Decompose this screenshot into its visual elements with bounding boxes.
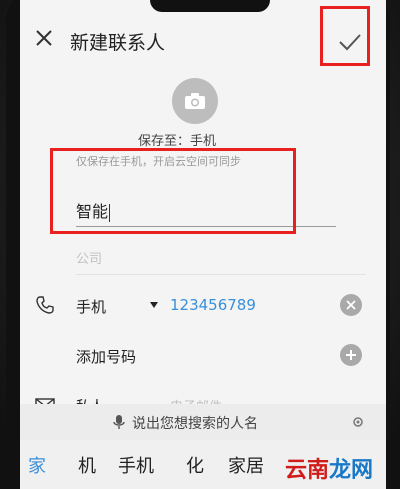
watermark-part1: 云南 [285, 458, 330, 483]
voice-hint: 说出您想搜索的人名 [132, 416, 258, 432]
avatar-photo-button[interactable] [172, 78, 218, 124]
photo-frame: 新建联系人 保存至：手机 仅保存在手机，开启云空间可同步 智能 公司 手机 12… [0, 0, 400, 489]
camera-notch [150, 0, 270, 12]
add-number-button[interactable] [340, 344, 362, 366]
dropdown-arrow-icon[interactable] [148, 299, 160, 311]
phone-icon [34, 294, 56, 316]
voice-input-bar[interactable]: 说出您想搜索的人名 [20, 404, 386, 440]
camera-icon [185, 93, 205, 109]
add-number-row[interactable]: 添加号码 [20, 336, 386, 376]
phone-number-input[interactable]: 123456789 [170, 296, 256, 314]
close-icon [36, 30, 52, 46]
candidate-item[interactable]: 化 [186, 452, 204, 478]
close-button[interactable] [30, 24, 58, 52]
candidate-item[interactable]: 家居 [228, 452, 264, 478]
clear-button[interactable] [340, 294, 362, 316]
microphone-icon[interactable] [112, 414, 126, 430]
plus-icon [346, 350, 356, 360]
company-placeholder: 公司 [76, 252, 103, 267]
watermark-logo: 云南龙网 [285, 452, 373, 484]
candidate-item[interactable]: 手机 [118, 452, 154, 478]
phone-screen: 新建联系人 保存至：手机 仅保存在手机，开启云空间可同步 智能 公司 手机 12… [20, 0, 386, 489]
candidate-item[interactable]: 机 [78, 452, 96, 478]
close-icon [346, 300, 356, 310]
settings-gear-icon[interactable] [352, 416, 364, 428]
watermark-part2: 龙网 [329, 458, 374, 483]
phone-number-row: 手机 123456789 [20, 286, 386, 326]
add-number-label: 添加号码 [76, 348, 137, 366]
save-location[interactable]: 保存至：手机 [138, 130, 216, 149]
candidate-item[interactable]: 家 [28, 452, 46, 478]
page-title: 新建联系人 [70, 32, 166, 54]
highlight-box-name [50, 148, 296, 234]
company-input[interactable]: 公司 [76, 248, 366, 275]
phone-type-selector[interactable]: 手机 [76, 296, 106, 317]
highlight-box-confirm [320, 6, 370, 66]
